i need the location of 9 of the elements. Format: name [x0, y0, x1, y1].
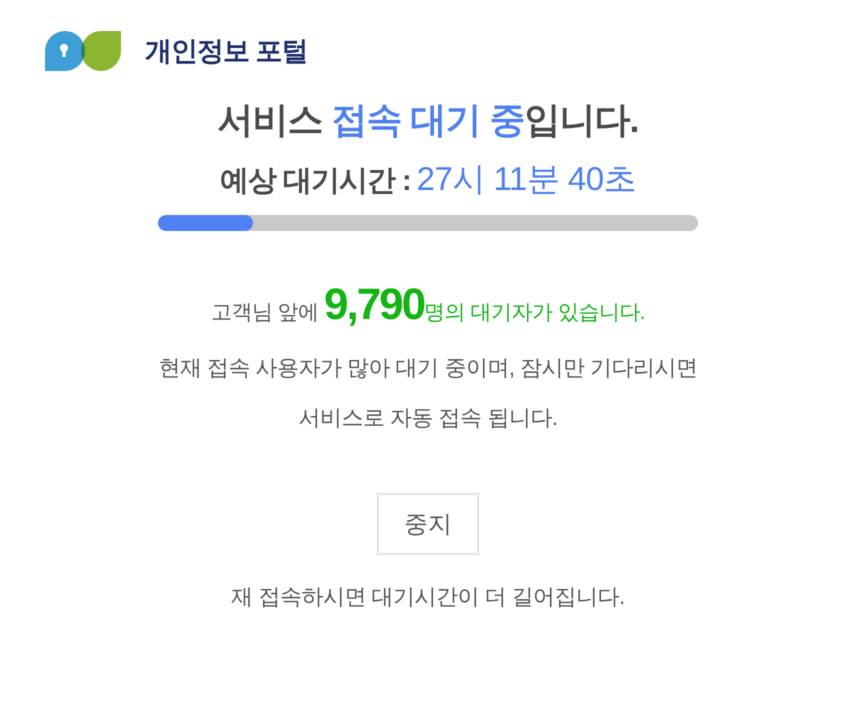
- wait-time-label: 예상 대기시간 :: [220, 164, 411, 199]
- info-message: 현재 접속 사용자가 많아 대기 중이며, 잠시만 기다리시면 서비스로 자동 접속 됩니다.: [158, 354, 698, 432]
- wait-time-value: 27시 11분 40초: [416, 159, 636, 199]
- stop-button[interactable]: 중지: [377, 493, 479, 555]
- page-title: 서비스 접속 대기 중입니다.: [217, 98, 639, 142]
- logo-text: 개인정보 포털: [145, 35, 308, 68]
- notice-text: 재 접속하시면 대기시간이 더 길어집니다.: [231, 583, 625, 611]
- logo-icon: [43, 29, 123, 73]
- queue-message: 고객님 앞에 9,790명의 대기자가 있습니다.: [210, 279, 646, 331]
